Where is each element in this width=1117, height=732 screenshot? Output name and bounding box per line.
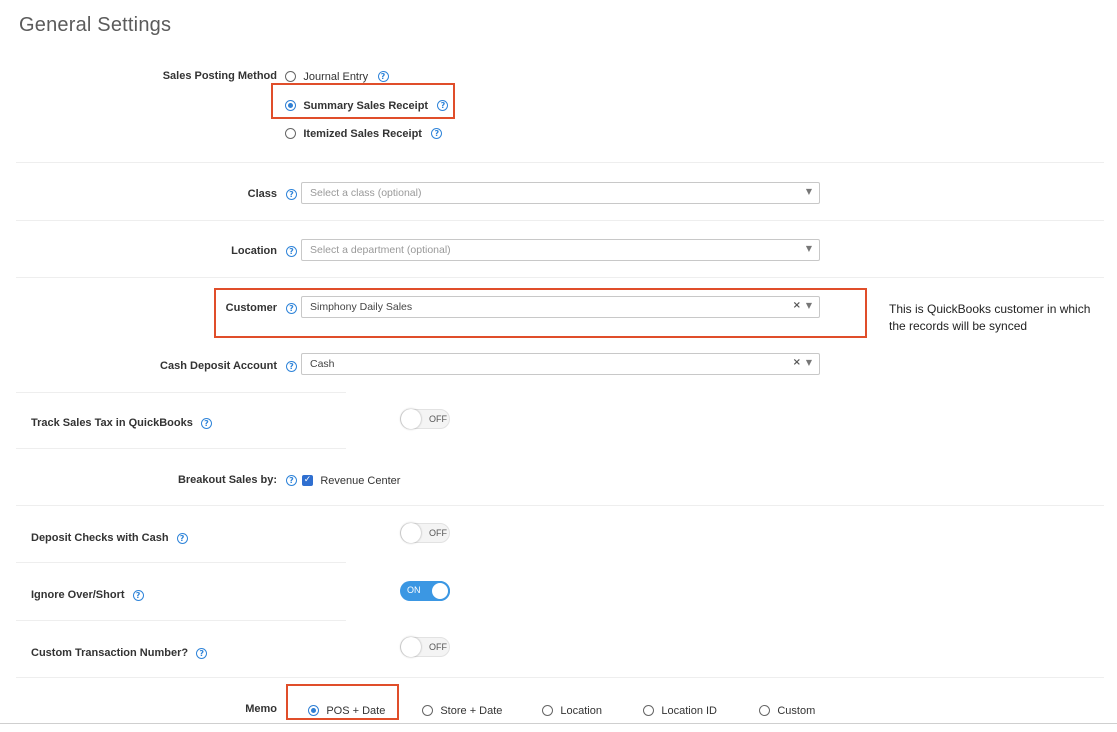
toggle-state-label: OFF [429, 414, 447, 424]
page-title: General Settings [19, 14, 172, 36]
class-select[interactable]: Select a class (optional) ▼ [301, 182, 820, 204]
location-select-placeholder: Select a department (optional) [310, 244, 451, 256]
class-select-placeholder: Select a class (optional) [310, 187, 422, 199]
toggle-state-label: ON [407, 585, 421, 595]
help-icon[interactable]: ? [132, 589, 144, 601]
memo-option-custom[interactable]: Custom [759, 703, 815, 717]
help-icon[interactable]: ? [200, 417, 212, 429]
breakout-option-label: Revenue Center [320, 474, 401, 487]
ignore-over-short-toggle[interactable]: ON [400, 581, 450, 601]
sales-posting-method-label: Sales Posting Method [162, 70, 277, 82]
custom-transaction-number-text: Custom Transaction Number? [31, 647, 189, 659]
caret-down-icon[interactable]: ▼ [806, 187, 812, 196]
caret-down-icon[interactable]: ▼ [806, 358, 812, 367]
help-icon[interactable]: ? [377, 71, 389, 83]
divider [16, 220, 1104, 221]
memo-option-location[interactable]: Location [542, 703, 602, 717]
cash-deposit-account-value: Cash [310, 358, 335, 370]
radio-journal-entry[interactable]: Journal Entry ? [285, 69, 389, 83]
track-sales-tax-label: Track Sales Tax in QuickBooks ? [31, 417, 212, 429]
divider [16, 620, 346, 621]
caret-down-icon[interactable]: ▼ [806, 244, 812, 253]
divider [16, 448, 346, 449]
divider [16, 277, 1104, 278]
radio-circle[interactable] [285, 71, 296, 83]
radio-summary-sales-receipt-label: Summary Sales Receipt [303, 99, 429, 112]
class-label: Class [247, 188, 277, 200]
memo-label: Memo [245, 703, 277, 715]
breakout-sales-label: Breakout Sales by: [177, 474, 277, 486]
toggle-knob [401, 523, 421, 543]
memo-option-label: Location [560, 704, 602, 717]
track-sales-tax-toggle[interactable]: OFF [400, 409, 450, 429]
ignore-over-short-label: Ignore Over/Short ? [31, 589, 144, 601]
help-icon[interactable]: ? [286, 189, 297, 200]
radio-circle-selected[interactable] [285, 100, 296, 112]
toggle-knob [401, 637, 421, 657]
toggle-state-label: OFF [429, 528, 447, 538]
note-line-1: This is QuickBooks customer in which [889, 302, 1091, 316]
help-icon[interactable]: ? [286, 475, 297, 486]
ignore-over-short-text: Ignore Over/Short [31, 589, 125, 601]
cash-deposit-account-select[interactable]: Cash × ▼ [301, 353, 820, 375]
memo-option-label: Custom [777, 704, 816, 717]
help-icon[interactable]: ? [196, 647, 208, 659]
deposit-checks-text: Deposit Checks with Cash [31, 532, 169, 544]
radio-circle[interactable] [643, 705, 654, 717]
divider [16, 162, 1104, 163]
toggle-state-label: OFF [429, 642, 447, 652]
clear-x-icon[interactable]: × [793, 357, 801, 368]
checkmark-icon[interactable]: ✓ [302, 475, 313, 487]
help-icon[interactable]: ? [286, 246, 297, 257]
customer-select-value: Simphony Daily Sales [310, 301, 413, 313]
radio-circle-selected[interactable] [308, 705, 319, 717]
help-icon[interactable]: ? [431, 128, 443, 140]
track-sales-tax-text: Track Sales Tax in QuickBooks [31, 417, 193, 429]
toggle-knob [430, 581, 450, 601]
radio-circle[interactable] [285, 128, 296, 140]
help-icon[interactable]: ? [176, 532, 188, 544]
divider [16, 392, 346, 393]
deposit-checks-toggle[interactable]: OFF [400, 523, 450, 543]
radio-circle[interactable] [542, 705, 553, 717]
memo-option-label: Location ID [661, 704, 717, 717]
cash-deposit-account-label: Cash Deposit Account [160, 360, 277, 372]
memo-option-store-date[interactable]: Store + Date [422, 703, 502, 717]
radio-circle[interactable] [759, 705, 770, 717]
memo-option-label: Store + Date [440, 704, 503, 717]
divider [16, 677, 1104, 678]
clear-x-icon[interactable]: × [793, 300, 801, 311]
radio-journal-entry-label: Journal Entry [303, 70, 369, 83]
customer-annotation-note: This is QuickBooks customer in which the… [889, 301, 1090, 335]
help-icon[interactable]: ? [286, 361, 297, 372]
note-line-2: the records will be synced [889, 319, 1028, 333]
breakout-revenue-center-checkbox[interactable]: ✓ Revenue Center [302, 473, 400, 487]
divider [16, 562, 346, 563]
customer-select[interactable]: Simphony Daily Sales × ▼ [301, 296, 820, 318]
radio-itemized-sales-receipt[interactable]: Itemized Sales Receipt ? [285, 126, 443, 140]
deposit-checks-label: Deposit Checks with Cash ? [31, 532, 188, 544]
custom-transaction-number-toggle[interactable]: OFF [400, 637, 450, 657]
customer-label: Customer [225, 302, 277, 314]
location-label: Location [231, 245, 277, 257]
radio-circle[interactable] [422, 705, 433, 717]
bottom-border [0, 723, 1117, 724]
radio-itemized-sales-receipt-label: Itemized Sales Receipt [303, 127, 422, 140]
help-icon[interactable]: ? [286, 303, 297, 314]
custom-transaction-number-label: Custom Transaction Number? ? [31, 647, 208, 659]
radio-summary-sales-receipt[interactable]: Summary Sales Receipt ? [285, 98, 449, 112]
divider [16, 505, 1104, 506]
toggle-knob [401, 409, 421, 429]
caret-down-icon[interactable]: ▼ [806, 301, 812, 310]
memo-option-label: POS + Date [326, 704, 386, 717]
memo-option-location-id[interactable]: Location ID [643, 703, 717, 717]
memo-option-pos-date[interactable]: POS + Date [308, 703, 385, 717]
help-icon[interactable]: ? [437, 100, 449, 112]
location-select[interactable]: Select a department (optional) ▼ [301, 239, 820, 261]
